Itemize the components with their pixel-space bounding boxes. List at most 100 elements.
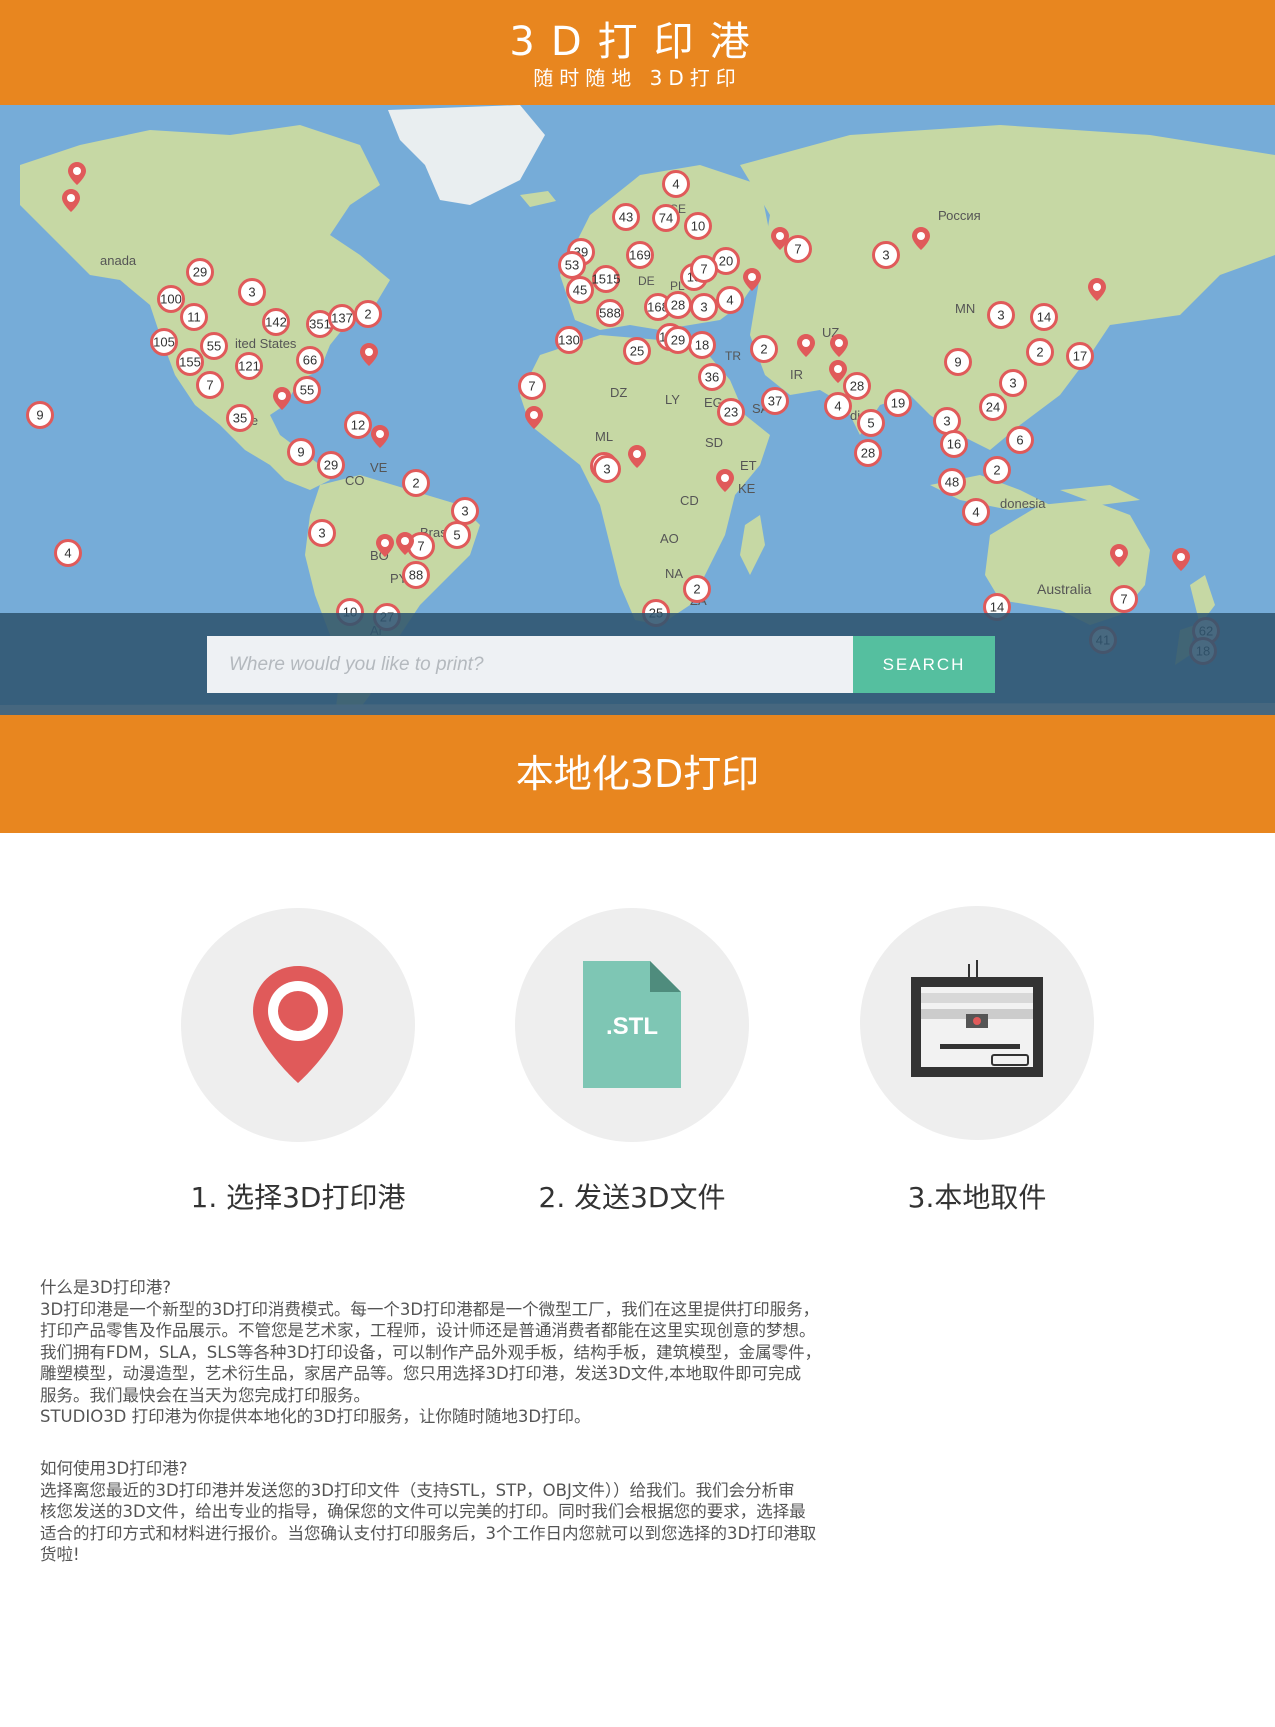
map-cluster-marker[interactable]: 37 — [761, 387, 789, 415]
land-iceland — [520, 191, 556, 207]
map-cluster-marker[interactable]: 9 — [944, 348, 972, 376]
map-cluster-marker[interactable]: 3 — [308, 519, 336, 547]
map-cluster-marker[interactable]: 53 — [558, 251, 586, 279]
map-cluster-marker[interactable]: 2 — [683, 575, 711, 603]
map-cluster-marker[interactable]: 2 — [402, 469, 430, 497]
map-cluster-marker[interactable]: 2 — [1026, 338, 1054, 366]
map-cluster-marker[interactable]: 12 — [344, 411, 372, 439]
map-cluster-marker[interactable]: 4 — [716, 286, 744, 314]
map-cluster-marker[interactable]: 169 — [626, 241, 654, 269]
map-cluster-marker[interactable]: 1515 — [592, 265, 621, 293]
svg-text:2: 2 — [993, 463, 1000, 478]
map-cluster-marker[interactable]: 105 — [150, 328, 178, 356]
map-cluster-marker[interactable]: 5 — [443, 521, 471, 549]
map-cluster-marker[interactable]: 100 — [157, 285, 185, 313]
map-cluster-marker[interactable]: 4 — [54, 539, 82, 567]
map-cluster-marker[interactable]: 5 — [857, 409, 885, 437]
map-cluster-marker[interactable]: 3 — [872, 241, 900, 269]
map-cluster-marker[interactable]: 66 — [296, 346, 324, 374]
svg-text:16: 16 — [947, 437, 961, 452]
land-greenland — [388, 105, 545, 205]
map-cluster-marker[interactable]: 7 — [518, 372, 546, 400]
svg-text:169: 169 — [629, 248, 651, 263]
map-place-label: DZ — [610, 385, 627, 400]
map-cluster-marker[interactable]: 88 — [402, 561, 430, 589]
map-location-pin[interactable] — [1172, 548, 1190, 571]
map-cluster-marker[interactable]: 29 — [317, 451, 345, 479]
map-cluster-marker[interactable]: 23 — [717, 398, 745, 426]
map-cluster-marker[interactable]: 10 — [684, 212, 712, 240]
svg-text:7: 7 — [417, 539, 424, 554]
svg-text:7: 7 — [528, 379, 535, 394]
svg-text:1515: 1515 — [592, 272, 621, 287]
map-cluster-marker[interactable]: 3 — [690, 293, 718, 321]
map-place-label: VE — [370, 460, 388, 475]
map-cluster-marker[interactable]: 7 — [196, 371, 224, 399]
svg-text:351: 351 — [309, 317, 331, 332]
map-location-pin[interactable] — [371, 425, 389, 448]
map-cluster-marker[interactable]: 2 — [750, 335, 778, 363]
map-cluster-marker[interactable]: 7 — [1110, 585, 1138, 613]
svg-text:137: 137 — [331, 311, 353, 326]
map-place-label: CO — [345, 473, 365, 488]
map-cluster-marker[interactable]: 9 — [26, 401, 54, 429]
map-cluster-marker[interactable]: 2 — [354, 300, 382, 328]
map-cluster-marker[interactable]: 25 — [623, 337, 651, 365]
map-cluster-marker[interactable]: 28 — [664, 291, 692, 319]
land-asia — [740, 125, 1275, 450]
map-cluster-marker[interactable]: 3 — [451, 497, 479, 525]
svg-text:121: 121 — [238, 359, 260, 374]
map-place-label: CD — [680, 493, 699, 508]
map-cluster-marker[interactable]: 17 — [1066, 342, 1094, 370]
map-cluster-marker[interactable]: 3 — [987, 301, 1015, 329]
map-cluster-marker[interactable]: 4 — [662, 170, 690, 198]
map-cluster-marker[interactable]: 6 — [1006, 426, 1034, 454]
howto-heading: 如何使用3D打印港? — [40, 1459, 188, 1478]
map-cluster-marker[interactable]: 3 — [933, 407, 961, 435]
map-cluster-marker[interactable]: 3 — [238, 278, 266, 306]
map-cluster-marker[interactable]: 55 — [200, 332, 228, 360]
map-cluster-marker[interactable]: 48 — [938, 468, 966, 496]
search-input[interactable] — [207, 636, 853, 693]
map-place-label: Australia — [1037, 581, 1092, 597]
map-cluster-marker[interactable]: 16 — [940, 430, 968, 458]
about-line: 雕塑模型，动漫造型，艺术衍生品，家居产品等。您只用选择3D打印港，发送3D文件,… — [40, 1364, 802, 1383]
map-cluster-marker[interactable]: 3 — [593, 455, 621, 483]
map-cluster-marker[interactable]: 14 — [1030, 303, 1058, 331]
map-cluster-marker[interactable]: 155 — [176, 348, 204, 376]
site-subtitle: 随时随地 3D打印 — [533, 66, 742, 90]
map-location-pin[interactable] — [360, 343, 378, 366]
map-cluster-marker[interactable]: 18 — [688, 331, 716, 359]
svg-text:28: 28 — [850, 379, 864, 394]
map-cluster-marker[interactable]: 11 — [180, 303, 208, 331]
map-cluster-marker[interactable]: 9 — [287, 438, 315, 466]
map-cluster-marker[interactable]: 121 — [235, 352, 263, 380]
map-cluster-marker[interactable]: 55 — [293, 376, 321, 404]
map-cluster-marker[interactable]: 28 — [854, 439, 882, 467]
map-cluster-marker[interactable]: 43 — [612, 203, 640, 231]
map-cluster-marker[interactable]: 19 — [884, 389, 912, 417]
map-cluster-marker[interactable]: 74 — [652, 204, 680, 232]
map-cluster-marker[interactable]: 588 — [596, 299, 624, 327]
map-place-label: ET — [740, 458, 757, 473]
map-cluster-marker[interactable]: 7 — [690, 255, 718, 283]
map-cluster-marker[interactable]: 130 — [555, 326, 583, 354]
map-cluster-marker[interactable]: 137 — [328, 304, 356, 332]
map-cluster-marker[interactable]: 35 — [226, 404, 254, 432]
map-cluster-marker[interactable]: 29 — [186, 258, 214, 286]
map-cluster-marker[interactable]: 4 — [962, 498, 990, 526]
map-cluster-marker[interactable]: 4 — [824, 392, 852, 420]
svg-text:55: 55 — [300, 383, 314, 398]
map-cluster-marker[interactable]: 3 — [999, 369, 1027, 397]
map-cluster-marker[interactable]: 24 — [979, 393, 1007, 421]
map-place-label: LY — [665, 392, 680, 407]
svg-text:105: 105 — [153, 335, 175, 350]
map-cluster-marker[interactable]: 29 — [664, 326, 692, 354]
map-cluster-marker[interactable]: 45 — [566, 276, 594, 304]
map-cluster-marker[interactable]: 36 — [698, 363, 726, 391]
map-cluster-marker[interactable]: 142 — [262, 308, 290, 336]
map-cluster-marker[interactable]: 7 — [784, 235, 812, 263]
search-button[interactable]: SEARCH — [853, 636, 995, 693]
map-cluster-marker[interactable]: 28 — [843, 372, 871, 400]
map-cluster-marker[interactable]: 2 — [983, 456, 1011, 484]
